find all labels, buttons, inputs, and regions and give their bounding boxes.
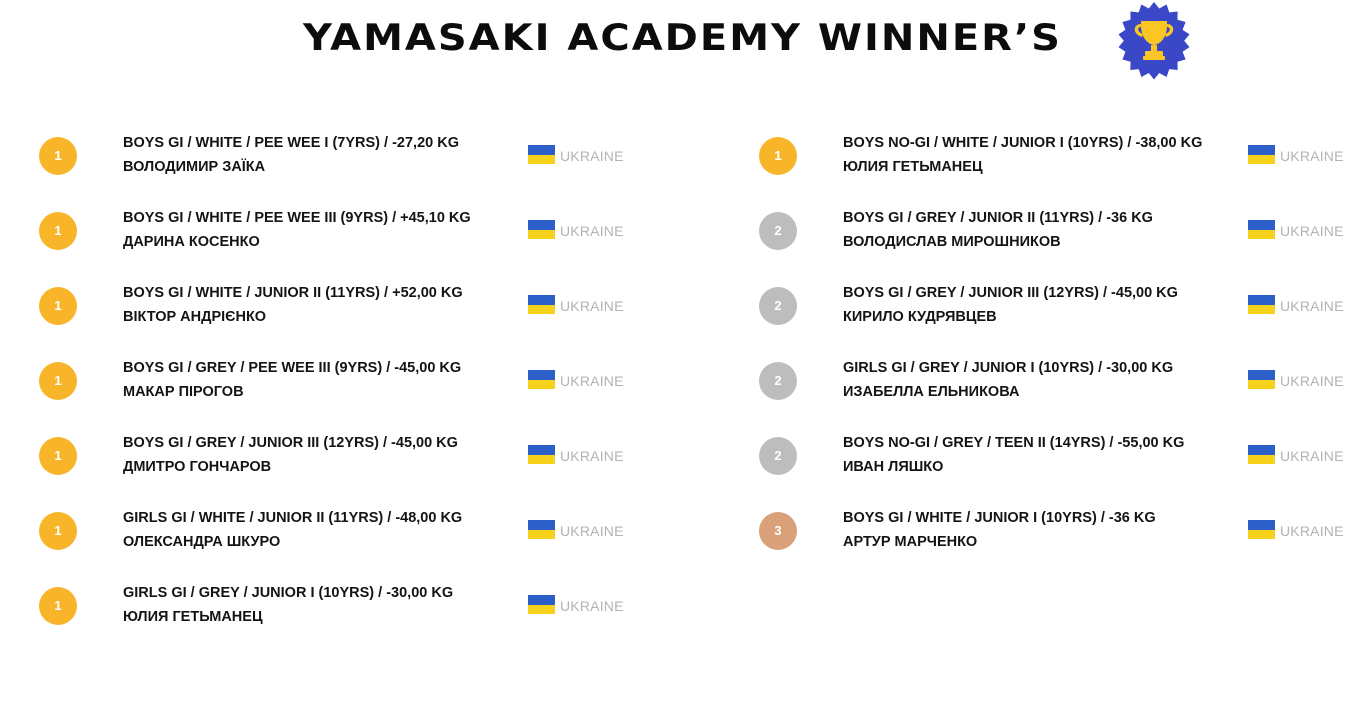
place-medal-silver: 2 [759,437,797,475]
country-label: UKRAINE [560,373,624,389]
place-medal-bronze: 3 [759,512,797,550]
result-row: 1 BOYS GI / WHITE / JUNIOR II (11YRS) / +… [38,275,638,350]
athlete-name: ОЛЕКСАНДРА ШКУРО [123,534,281,550]
result-row: 3 BOYS GI / WHITE / JUNIOR I (10YRS) / -3… [758,500,1358,575]
division-category: BOYS GI / WHITE / PEE WEE III (9YRS) / +… [123,210,471,226]
country-label: UKRAINE [1280,448,1344,464]
division-category: GIRLS GI / GREY / JUNIOR I (10YRS) / -30… [843,360,1174,376]
result-row: 1 BOYS GI / WHITE / PEE WEE III (9YRS) / … [38,200,638,275]
division-category: BOYS GI / GREY / JUNIOR II (11YRS) / -36… [843,210,1153,226]
results-page: YAMASAKI ACADEMY WINNER’S 1 BOYS GI / WHI… [0,0,1365,720]
country-label: UKRAINE [560,448,624,464]
result-row: 1 BOYS NO-GI / WHITE / JUNIOR I (10YRS) /… [758,125,1358,200]
place-medal-gold: 1 [39,587,77,625]
place-medal-gold: 1 [39,437,77,475]
ukraine-flag-icon [528,220,555,239]
country-label: UKRAINE [1280,223,1344,239]
country-label: UKRAINE [1280,523,1344,539]
ukraine-flag-icon [528,520,555,539]
division-category: GIRLS GI / WHITE / JUNIOR II (11YRS) / -… [123,510,463,526]
division-category: GIRLS GI / GREY / JUNIOR I (10YRS) / -30… [123,585,454,601]
result-row: 1 BOYS GI / WHITE / PEE WEE I (7YRS) / -2… [38,125,638,200]
place-medal-silver: 2 [759,287,797,325]
athlete-name: ИЗАБЕЛЛА ЕЛЬНИКОВА [843,384,1020,400]
result-row: 1 GIRLS GI / GREY / JUNIOR I (10YRS) / -3… [38,575,638,650]
country-label: UKRAINE [560,148,624,164]
result-row: 2 GIRLS GI / GREY / JUNIOR I (10YRS) / -3… [758,350,1358,425]
results-column-right: 1 BOYS NO-GI / WHITE / JUNIOR I (10YRS) /… [758,125,1358,575]
page-title-text: YAMASAKI ACADEMY WINNER’S [302,16,1062,60]
division-category: BOYS GI / WHITE / JUNIOR II (11YRS) / +5… [123,285,463,301]
place-medal-gold: 1 [39,512,77,550]
ukraine-flag-icon [528,145,555,164]
country-label: UKRAINE [560,523,624,539]
place-medal-gold: 1 [39,212,77,250]
ukraine-flag-icon [1248,445,1275,464]
division-category: BOYS GI / WHITE / JUNIOR I (10YRS) / -36… [843,510,1156,526]
division-category: BOYS NO-GI / GREY / TEEN II (14YRS) / -5… [843,435,1185,451]
athlete-name: ДАРИНА КОСЕНКО [123,234,260,250]
athlete-name: КИРИЛО КУДРЯВЦЕВ [843,309,997,325]
ukraine-flag-icon [528,295,555,314]
ukraine-flag-icon [528,370,555,389]
division-category: BOYS GI / GREY / PEE WEE III (9YRS) / -4… [123,360,462,376]
ukraine-flag-icon [1248,295,1275,314]
athlete-name: ВІКТОР АНДРІЄНКО [123,309,267,325]
country-label: UKRAINE [560,223,624,239]
athlete-name: ДМИТРО ГОНЧАРОВ [123,459,272,475]
athlete-name: АРТУР МАРЧЕНКО [843,534,978,550]
result-row: 1 GIRLS GI / WHITE / JUNIOR II (11YRS) / … [38,500,638,575]
division-category: BOYS GI / GREY / JUNIOR III (12YRS) / -4… [123,435,458,451]
result-row: 2 BOYS NO-GI / GREY / TEEN II (14YRS) / -… [758,425,1358,500]
ukraine-flag-icon [1248,370,1275,389]
athlete-name: ЮЛИЯ ГЕТЬМАНЕЦ [123,609,263,625]
place-medal-gold: 1 [39,362,77,400]
athlete-name: ВОЛОДИМИР ЗАЇКА [123,159,266,175]
athlete-name: МАКАР ПІРОГОВ [123,384,244,400]
ukraine-flag-icon [1248,220,1275,239]
country-label: UKRAINE [1280,373,1344,389]
ukraine-flag-icon [528,445,555,464]
ukraine-flag-icon [1248,145,1275,164]
division-category: BOYS NO-GI / WHITE / JUNIOR I (10YRS) / … [843,135,1203,151]
place-medal-silver: 2 [759,362,797,400]
athlete-name: ИВАН ЛЯШКО [843,459,944,475]
athlete-name: ВОЛОДИСЛАВ МИРОШНИКОВ [843,234,1061,250]
place-medal-gold: 1 [39,137,77,175]
result-row: 1 BOYS GI / GREY / JUNIOR III (12YRS) / -… [38,425,638,500]
place-medal-gold: 1 [39,287,77,325]
ukraine-flag-icon [528,595,555,614]
division-category: BOYS GI / WHITE / PEE WEE I (7YRS) / -27… [123,135,459,151]
place-medal-silver: 2 [759,212,797,250]
result-row: 2 BOYS GI / GREY / JUNIOR III (12YRS) / -… [758,275,1358,350]
country-label: UKRAINE [560,598,624,614]
ukraine-flag-icon [1248,520,1275,539]
result-row: 1 BOYS GI / GREY / PEE WEE III (9YRS) / -… [38,350,638,425]
place-medal-gold: 1 [759,137,797,175]
trophy-badge-icon [1118,2,1190,80]
country-label: UKRAINE [1280,298,1344,314]
country-label: UKRAINE [1280,148,1344,164]
division-category: BOYS GI / GREY / JUNIOR III (12YRS) / -4… [843,285,1178,301]
results-column-left: 1 BOYS GI / WHITE / PEE WEE I (7YRS) / -2… [38,125,638,650]
result-row: 2 BOYS GI / GREY / JUNIOR II (11YRS) / -3… [758,200,1358,275]
country-label: UKRAINE [560,298,624,314]
athlete-name: ЮЛИЯ ГЕТЬМАНЕЦ [843,159,983,175]
